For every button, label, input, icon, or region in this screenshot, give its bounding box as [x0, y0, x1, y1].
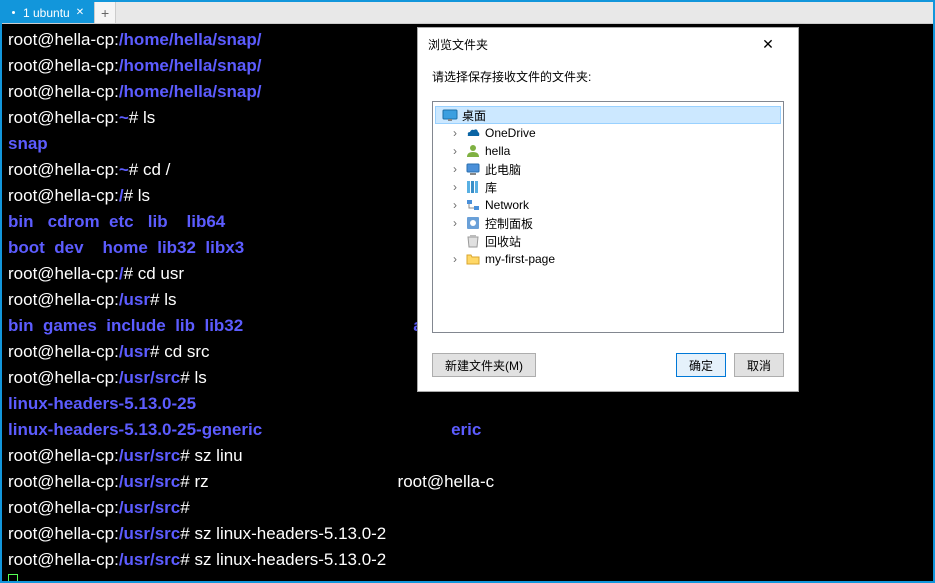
- tree-item[interactable]: 回收站: [435, 232, 781, 250]
- tree-item-label: 库: [485, 179, 497, 196]
- expand-icon[interactable]: ›: [453, 126, 465, 140]
- tab-status-dot: [12, 11, 15, 14]
- cancel-button[interactable]: 取消: [734, 353, 784, 377]
- browse-folder-dialog: 浏览文件夹 ✕ 请选择保存接收文件的文件夹: 桌面 › OneDrive › hell…: [417, 27, 799, 392]
- tree-item[interactable]: › hella: [435, 142, 781, 160]
- cpl-icon: [465, 215, 481, 231]
- tab-ubuntu[interactable]: 1 ubuntu ✕: [2, 2, 94, 23]
- dialog-titlebar[interactable]: 浏览文件夹 ✕: [418, 28, 798, 60]
- tree-item-label: 控制面板: [485, 215, 533, 232]
- dialog-title: 浏览文件夹: [428, 36, 748, 53]
- tree-item-label: hella: [485, 144, 510, 158]
- folder-tree[interactable]: 桌面 ›OneDrive›hella›此电脑›库›Network›控制面板 回收…: [432, 101, 784, 333]
- add-tab-button[interactable]: +: [94, 2, 116, 23]
- net-icon: [465, 197, 481, 213]
- close-icon[interactable]: ✕: [748, 36, 788, 53]
- tree-item[interactable]: › 控制面板: [435, 214, 781, 232]
- expand-icon[interactable]: ›: [453, 216, 465, 230]
- expand-icon[interactable]: ›: [453, 252, 465, 266]
- tree-item-label: OneDrive: [485, 126, 536, 140]
- tree-item-label: Network: [485, 198, 529, 212]
- tab-label: 1 ubuntu: [23, 6, 70, 20]
- expand-icon[interactable]: ›: [453, 144, 465, 158]
- tree-label: 桌面: [462, 107, 486, 124]
- tree-item-label: 回收站: [485, 233, 521, 250]
- expand-icon[interactable]: ›: [453, 162, 465, 176]
- dialog-prompt: 请选择保存接收文件的文件夹:: [418, 60, 798, 89]
- bin-icon: [465, 233, 481, 249]
- tree-item-label: my-first-page: [485, 252, 555, 266]
- desktop-icon: [442, 107, 458, 123]
- tab-bar: 1 ubuntu ✕ +: [2, 2, 933, 24]
- expand-icon[interactable]: ›: [453, 198, 465, 212]
- expand-icon[interactable]: ›: [453, 180, 465, 194]
- tree-item[interactable]: › 此电脑: [435, 160, 781, 178]
- onedrive-icon: [465, 125, 481, 141]
- tree-item[interactable]: › OneDrive: [435, 124, 781, 142]
- ok-button[interactable]: 确定: [676, 353, 726, 377]
- user-icon: [465, 143, 481, 159]
- tree-root-desktop[interactable]: 桌面: [435, 106, 781, 124]
- folder-icon: [465, 251, 481, 267]
- tab-close-icon[interactable]: ✕: [76, 7, 84, 18]
- tree-item[interactable]: ›库: [435, 178, 781, 196]
- lib-icon: [465, 179, 481, 195]
- tree-item[interactable]: › my-first-page: [435, 250, 781, 268]
- tree-item[interactable]: › Network: [435, 196, 781, 214]
- tree-item-label: 此电脑: [485, 161, 521, 178]
- dialog-button-row: 新建文件夹(M) 确定 取消: [418, 347, 798, 391]
- new-folder-button[interactable]: 新建文件夹(M): [432, 353, 536, 377]
- terminal-cursor: [8, 574, 18, 581]
- pc-icon: [465, 161, 481, 177]
